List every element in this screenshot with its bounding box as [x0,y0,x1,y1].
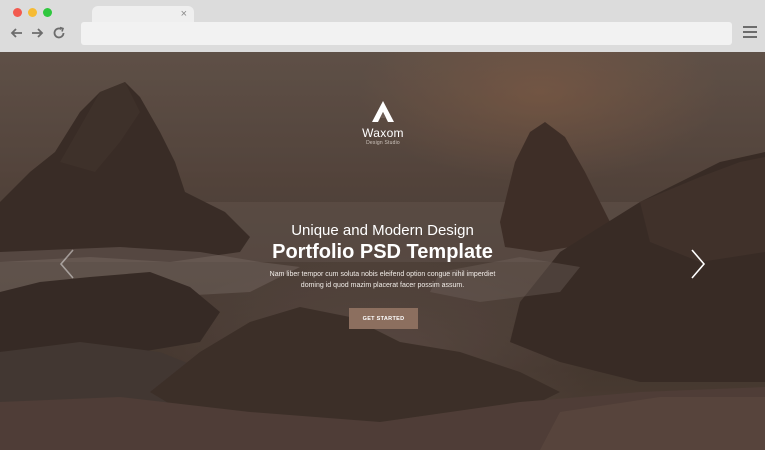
reload-button[interactable] [52,26,66,40]
menu-bar-3 [743,36,757,38]
hero-subtitle: Unique and Modern Design [291,222,474,239]
hero-description-line-1: Nam liber tempor cum soluta nobis eleife… [269,271,496,278]
close-window-button[interactable] [13,8,22,17]
reload-icon [53,26,65,39]
close-tab-icon[interactable]: × [181,7,187,21]
get-started-button[interactable]: GET STARTED [349,308,418,329]
address-bar[interactable] [81,22,732,45]
browser-chrome: × [0,0,765,52]
logo-name: Waxom [362,126,404,140]
hero-section: Waxom Design Studio Unique and Modern De… [0,52,765,450]
logo-tagline: Design Studio [366,140,400,146]
browser-menu-button[interactable] [743,26,757,40]
arrow-left-icon [10,28,22,38]
browser-tab[interactable]: × [92,6,194,22]
site-logo[interactable]: Waxom Design Studio [358,100,408,146]
back-button[interactable] [10,26,24,40]
menu-bar-2 [743,31,757,33]
hero-description-line-2: doming id quod mazim placerat facer poss… [300,282,465,289]
menu-bar-1 [743,26,757,28]
minimize-window-button[interactable] [28,8,37,17]
hero-description: Nam liber tempor cum soluta nobis eleife… [262,269,503,291]
arrow-right-icon [32,28,44,38]
hero-title: Portfolio PSD Template [272,241,493,263]
forward-button[interactable] [30,26,44,40]
waxom-logo-icon [372,101,394,122]
maximize-window-button[interactable] [43,8,52,17]
